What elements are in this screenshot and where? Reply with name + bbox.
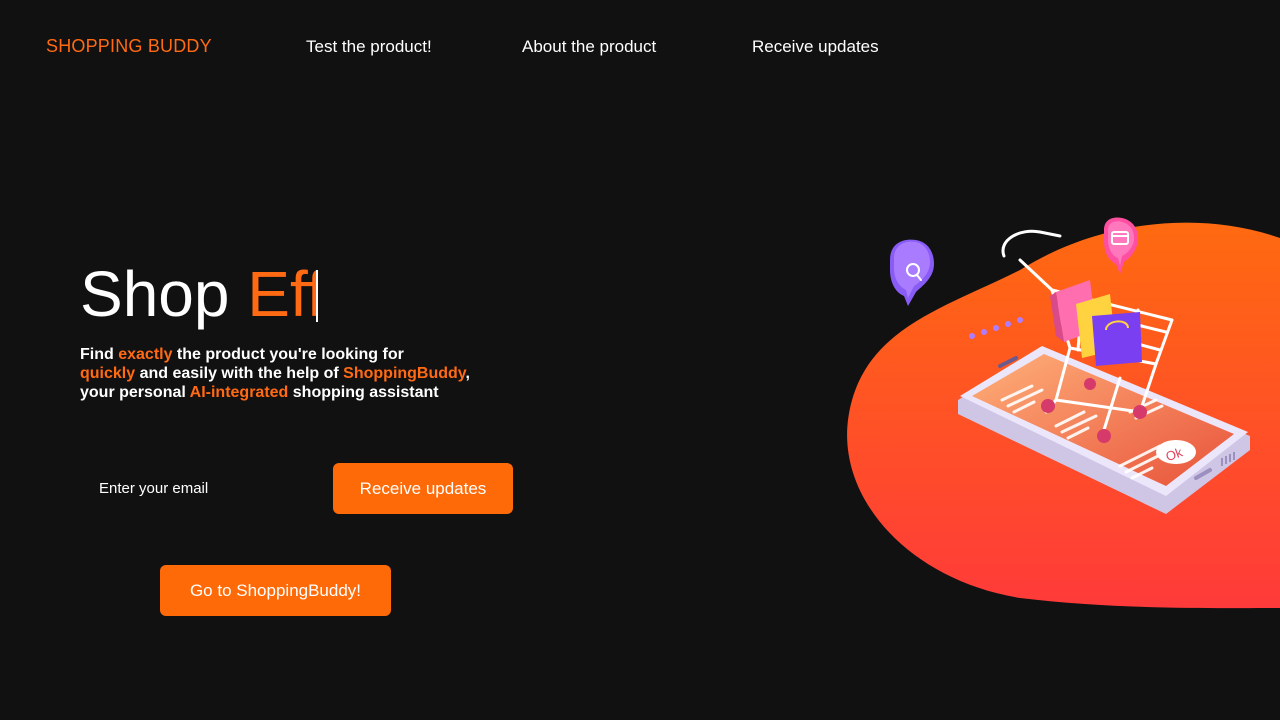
shopping-cart-phone-illustration: Ok bbox=[847, 217, 1280, 609]
hero-title: Shop Efficiently bbox=[80, 256, 319, 332]
desc-highlight: exactly bbox=[118, 346, 173, 363]
receive-updates-button[interactable]: Receive updates bbox=[333, 463, 513, 514]
hero-title-orange: Efficiently bbox=[247, 258, 318, 330]
top-nav: SHOPPING BUDDY Test the product! About t… bbox=[0, 0, 1280, 94]
desc-text: and easily with the help of bbox=[135, 365, 344, 382]
nav-link-receive-updates[interactable]: Receive updates bbox=[752, 37, 879, 57]
typing-caret bbox=[316, 270, 319, 322]
hero-title-white: Shop bbox=[80, 258, 248, 330]
desc-highlight: ShoppingBuddy bbox=[343, 365, 466, 382]
desc-highlight: AI-integrated bbox=[189, 384, 289, 401]
nav-link-test-product[interactable]: Test the product! bbox=[306, 37, 432, 57]
search-bubble-icon bbox=[890, 239, 934, 306]
desc-text: the product you're looking for bbox=[172, 346, 404, 363]
email-input[interactable] bbox=[80, 463, 320, 514]
hero-description: Find exactly the product you're looking … bbox=[80, 345, 520, 402]
desc-text: shopping assistant bbox=[288, 384, 439, 401]
shopping-illustration: Ok bbox=[820, 200, 1280, 620]
go-to-shoppingbuddy-button[interactable]: Go to ShoppingBuddy! bbox=[160, 565, 391, 616]
desc-highlight: quickly bbox=[80, 365, 136, 382]
landing-page: SHOPPING BUDDY Test the product! About t… bbox=[0, 0, 1280, 720]
desc-text: , bbox=[465, 365, 470, 382]
nav-link-about-product[interactable]: About the product bbox=[522, 37, 656, 57]
desc-text: your personal bbox=[80, 384, 190, 401]
brand-logo[interactable]: SHOPPING BUDDY bbox=[46, 36, 212, 57]
desc-text: Find bbox=[80, 346, 119, 363]
